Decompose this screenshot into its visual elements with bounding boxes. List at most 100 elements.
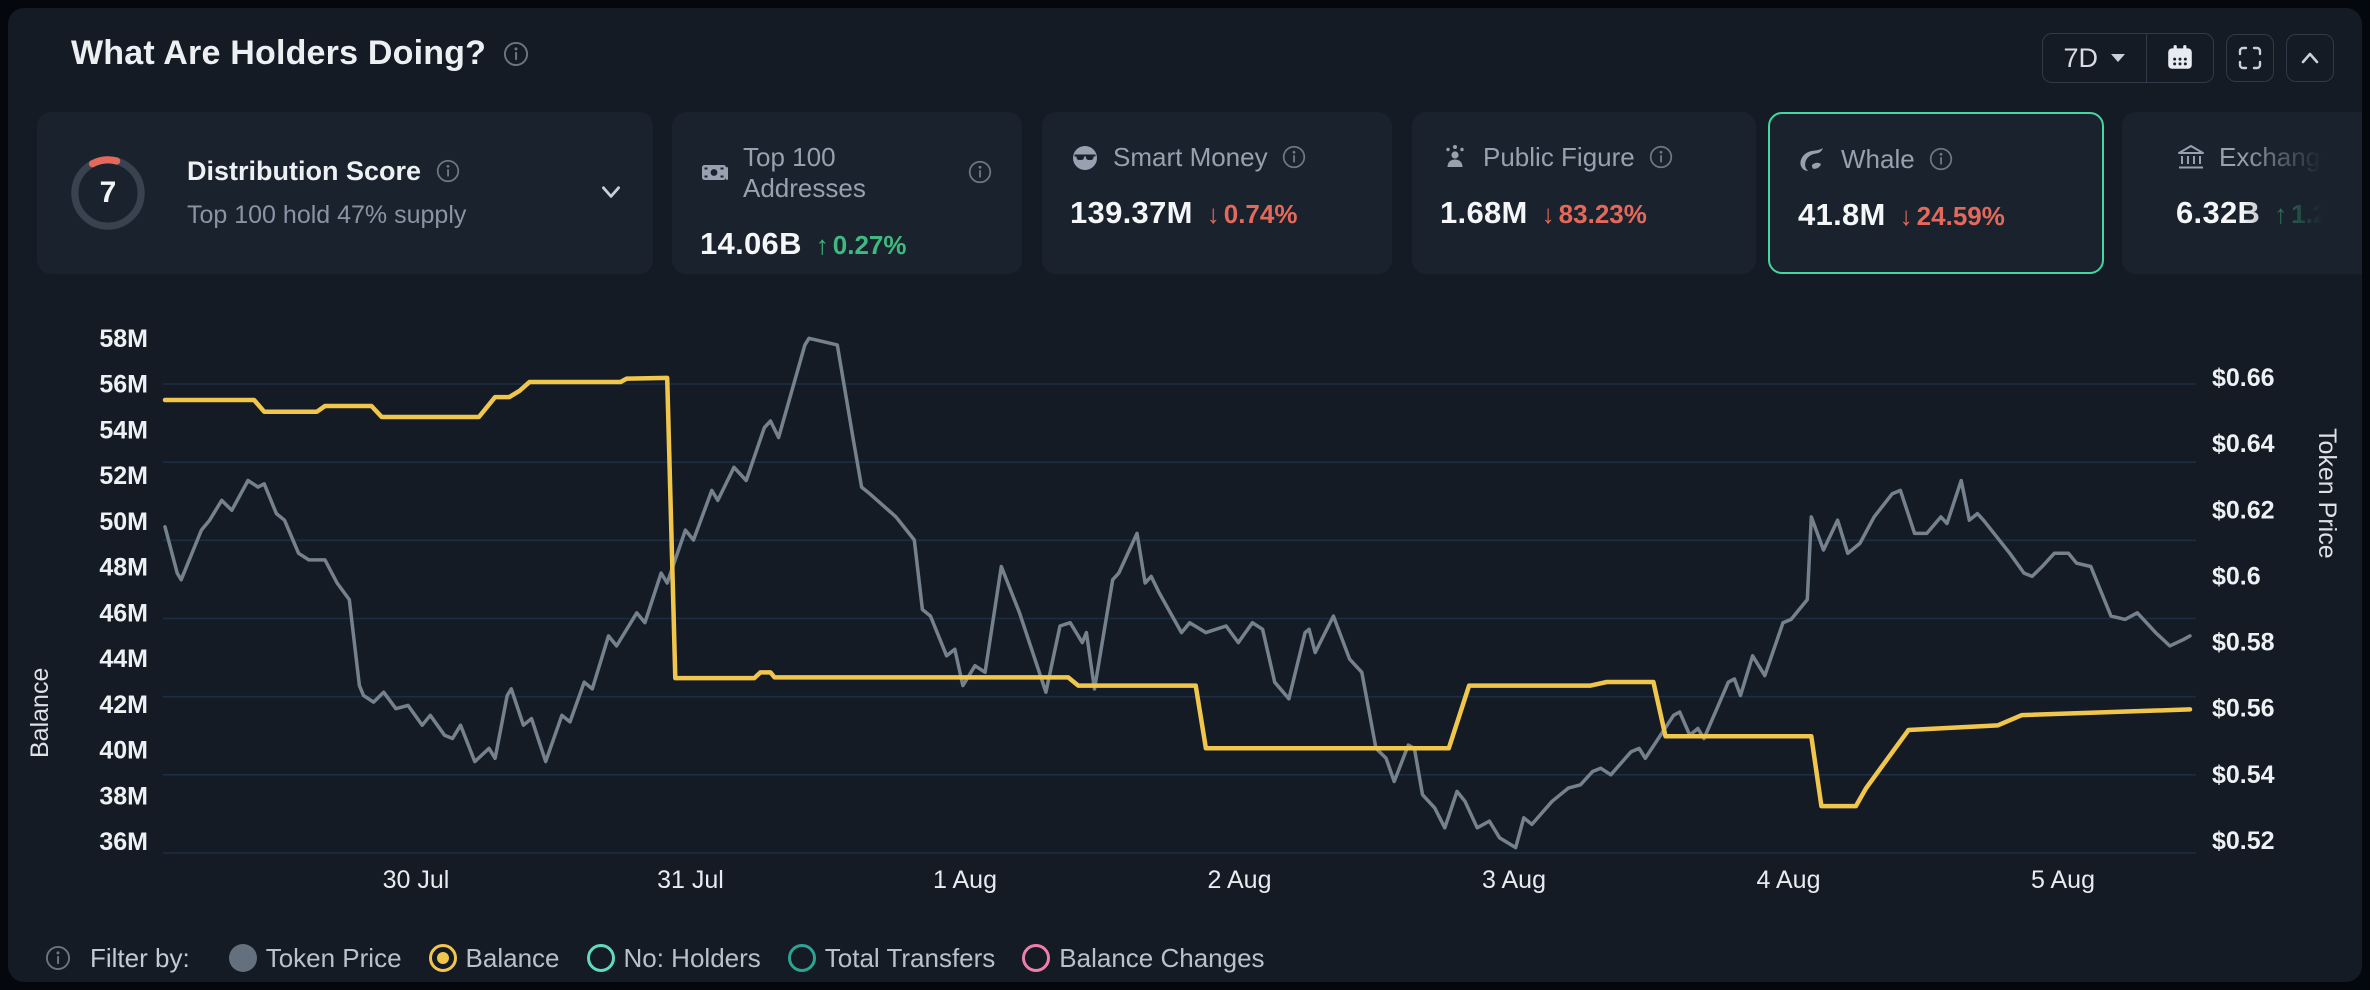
chevron-up-icon bbox=[2297, 45, 2323, 71]
price-axis-tick-label: $0.54 bbox=[2212, 761, 2275, 789]
x-axis-tick-label: 4 Aug bbox=[1757, 866, 1821, 894]
stat-info-icon[interactable] bbox=[1281, 144, 1309, 172]
stat-info-icon[interactable] bbox=[1648, 144, 1676, 172]
price-axis-tick-label: $0.52 bbox=[2212, 827, 2275, 855]
card-whale[interactable]: Whale 41.8M ↓24.59% bbox=[1768, 112, 2104, 274]
caret-down-icon bbox=[2110, 53, 2126, 63]
balance-axis-tick-label: 44M bbox=[99, 645, 148, 673]
stat-title: Public Figure bbox=[1483, 142, 1635, 173]
calendar-icon bbox=[2165, 43, 2195, 73]
arrow-down-icon: ↓ bbox=[1207, 199, 1220, 230]
panel-header: What Are Holders Doing? 7D bbox=[8, 8, 2362, 104]
stat-title: Whale bbox=[1841, 144, 1915, 175]
smart-money-icon bbox=[1070, 143, 1100, 173]
arrow-up-icon: ↑ bbox=[816, 230, 829, 261]
holders-panel: What Are Holders Doing? 7D bbox=[8, 8, 2362, 982]
balance-axis-tick-label: 48M bbox=[99, 554, 148, 582]
stat-delta: ↓83.23% bbox=[1542, 199, 1647, 230]
filter-by-label: Filter by: bbox=[90, 943, 190, 974]
balance-axis-tick-label: 46M bbox=[99, 599, 148, 627]
price-axis-tick-label: $0.6 bbox=[2212, 562, 2261, 590]
token-price-swatch bbox=[229, 944, 257, 972]
stat-title: Exchange bbox=[2219, 142, 2335, 173]
card-top-100-addresses[interactable]: Top 100 Addresses 14.06B ↑0.27% bbox=[672, 112, 1022, 274]
x-axis-tick-label: 1 Aug bbox=[933, 866, 997, 894]
distribution-gauge: 7 bbox=[65, 150, 151, 236]
card-smart-money[interactable]: Smart Money 139.37M ↓0.74% bbox=[1042, 112, 1392, 274]
price-axis-tick-label: $0.66 bbox=[2212, 364, 2275, 392]
card-distribution-score[interactable]: 7 Distribution Score Top 100 hold 47% su… bbox=[37, 112, 653, 274]
stat-cards-row: 7 Distribution Score Top 100 hold 47% su… bbox=[8, 112, 2362, 274]
bank-icon bbox=[2176, 143, 2206, 173]
stat-delta: ↑1.23 bbox=[2274, 199, 2342, 230]
range-dropdown-button[interactable]: 7D bbox=[2043, 34, 2146, 82]
holders-chart[interactable]: 58M 56M 54M 52M 50M 48M 46M 44M 42M 40M 38M 36M $0.6… bbox=[8, 300, 2362, 960]
x-axis-tick-label: 5 Aug bbox=[2031, 866, 2095, 894]
balance-axis-tick-label: 42M bbox=[99, 691, 148, 719]
distribution-subtitle: Top 100 hold 47% supply bbox=[187, 201, 585, 230]
stat-delta: ↓0.74% bbox=[1207, 199, 1298, 230]
right-axis-title: Token Price bbox=[2312, 428, 2341, 758]
legend-item-no-holders[interactable]: No: Holders bbox=[587, 943, 761, 974]
distribution-info-icon[interactable] bbox=[435, 158, 463, 186]
stat-value: 1.68M bbox=[1440, 195, 1528, 231]
x-axis-tick-label: 2 Aug bbox=[1208, 866, 1272, 894]
balance-axis-tick-label: 56M bbox=[99, 371, 148, 399]
stat-value: 41.8M bbox=[1798, 197, 1886, 233]
fullscreen-button[interactable] bbox=[2226, 34, 2274, 82]
left-axis-title: Balance bbox=[26, 438, 55, 758]
price-axis-tick-label: $0.56 bbox=[2212, 695, 2275, 723]
range-label: 7D bbox=[2063, 43, 2098, 74]
balance-axis-tick-label: 38M bbox=[99, 782, 148, 810]
x-axis-tick-label: 3 Aug bbox=[1482, 866, 1546, 894]
stat-delta: ↓24.59% bbox=[1900, 201, 2005, 232]
stat-info-icon[interactable] bbox=[967, 159, 994, 187]
legend-item-balance[interactable]: Balance bbox=[429, 943, 560, 974]
whale-icon bbox=[1798, 145, 1828, 175]
arrow-down-icon: ↓ bbox=[1542, 199, 1555, 230]
total-transfers-swatch bbox=[788, 944, 816, 972]
filter-info-icon[interactable] bbox=[44, 944, 72, 972]
no-holders-swatch bbox=[587, 944, 615, 972]
public-figure-icon bbox=[1440, 143, 1470, 173]
stat-value: 139.37M bbox=[1070, 195, 1193, 231]
distribution-score-title: Distribution Score bbox=[187, 156, 421, 187]
holders-dashboard: What Are Holders Doing? 7D bbox=[0, 0, 2370, 990]
price-axis-tick-label: $0.58 bbox=[2212, 629, 2275, 657]
banknote-icon bbox=[700, 158, 730, 188]
balance-axis-tick-label: 58M bbox=[99, 325, 148, 353]
balance-swatch bbox=[429, 944, 457, 972]
stat-value: 6.32B bbox=[2176, 195, 2260, 231]
stat-info-icon[interactable] bbox=[1928, 146, 1956, 174]
fullscreen-icon bbox=[2237, 45, 2263, 71]
card-public-figure[interactable]: Public Figure 1.68M ↓83.23% bbox=[1412, 112, 1756, 274]
arrow-down-icon: ↓ bbox=[1900, 201, 1913, 232]
balance-axis-tick-label: 36M bbox=[99, 828, 148, 856]
calendar-button[interactable] bbox=[2147, 34, 2213, 82]
token-price-line bbox=[165, 338, 2190, 847]
title-info-icon[interactable] bbox=[502, 40, 530, 68]
stat-value: 14.06B bbox=[700, 226, 802, 262]
stat-delta: ↑0.27% bbox=[816, 230, 907, 261]
legend-item-balance-changes[interactable]: Balance Changes bbox=[1022, 943, 1264, 974]
legend-item-token-price[interactable]: Token Price bbox=[229, 943, 402, 974]
price-axis-tick-label: $0.62 bbox=[2212, 496, 2275, 524]
legend-item-total-transfers[interactable]: Total Transfers bbox=[788, 943, 996, 974]
stat-title: Smart Money bbox=[1113, 142, 1268, 173]
collapse-button[interactable] bbox=[2286, 34, 2334, 82]
balance-axis-tick-label: 40M bbox=[99, 737, 148, 765]
x-axis-tick-label: 30 Jul bbox=[383, 866, 450, 894]
chevron-down-icon[interactable] bbox=[597, 177, 625, 210]
balance-axis-tick-label: 54M bbox=[99, 416, 148, 444]
balance-axis-tick-label: 50M bbox=[99, 508, 148, 536]
balance-axis-tick-label: 52M bbox=[99, 462, 148, 490]
card-exchange[interactable]: Exchange 6.32B ↑1.23 bbox=[2122, 112, 2362, 274]
x-axis-tick-label: 31 Jul bbox=[657, 866, 724, 894]
filter-legend: Filter by: Token Price Balance No: Holde… bbox=[44, 936, 1265, 980]
balance-changes-swatch bbox=[1022, 944, 1050, 972]
distribution-score-value: 7 bbox=[65, 150, 151, 236]
page-title: What Are Holders Doing? bbox=[71, 34, 486, 73]
arrow-up-icon: ↑ bbox=[2274, 199, 2287, 230]
stat-title: Top 100 Addresses bbox=[743, 142, 954, 204]
price-axis-tick-label: $0.64 bbox=[2212, 430, 2275, 458]
